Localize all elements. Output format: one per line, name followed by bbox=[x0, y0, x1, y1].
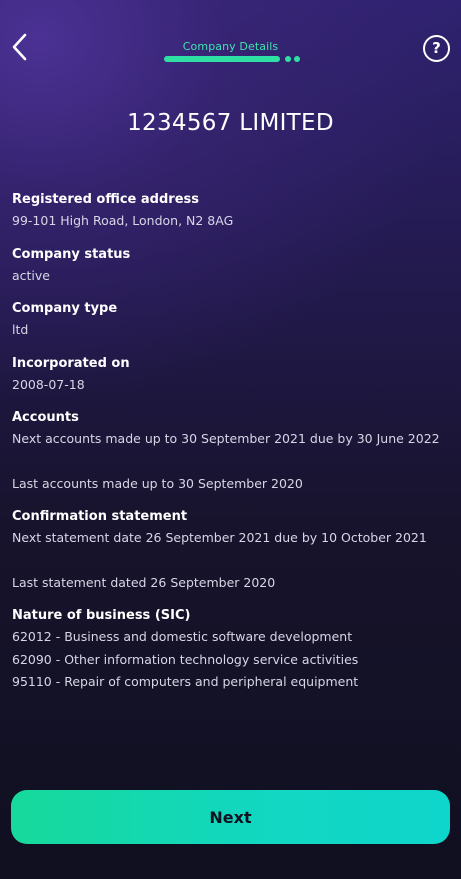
sic-item: 95110 - Repair of computers and peripher… bbox=[12, 674, 359, 689]
step-title: Company Details bbox=[182, 40, 279, 53]
progress-bar-filled bbox=[164, 56, 280, 62]
field-label: Company status bbox=[12, 246, 131, 262]
field-nature-of-business: Nature of business (SIC) 62012 - Busines… bbox=[12, 606, 449, 694]
confirmation-next: Next statement date 26 September 2021 du… bbox=[12, 530, 427, 545]
field-registered-office: Registered office address 99-101 High Ro… bbox=[12, 190, 449, 233]
accounts-next: Next accounts made up to 30 September 20… bbox=[12, 431, 440, 446]
sic-item: 62012 - Business and domestic software d… bbox=[12, 629, 353, 644]
field-value: 2008-07-18 bbox=[12, 376, 85, 392]
field-label: Company type bbox=[12, 301, 118, 316]
field-company-type: Company type ltd bbox=[12, 299, 449, 342]
help-button[interactable]: ? bbox=[423, 35, 450, 62]
field-value: 99-101 High Road, London, N2 8AG bbox=[12, 213, 234, 228]
field-value: ltd bbox=[12, 322, 29, 337]
company-name: 1234567 LIMITED bbox=[127, 110, 334, 136]
field-accounts: Accounts Next accounts made up to 30 Sep… bbox=[12, 408, 449, 495]
field-label: Incorporated on bbox=[12, 355, 130, 371]
company-details: Registered office address 99-101 High Ro… bbox=[12, 190, 449, 694]
progress-dot bbox=[294, 56, 300, 62]
confirmation-last: Last statement dated 26 September 2020 bbox=[12, 574, 276, 590]
progress-track bbox=[164, 56, 304, 62]
question-circle-icon: ? bbox=[432, 39, 441, 57]
accounts-last: Last accounts made up to 30 September 20… bbox=[12, 475, 303, 491]
field-confirmation-statement: Confirmation statement Next statement da… bbox=[12, 507, 449, 594]
sic-item: 62090 - Other information technology ser… bbox=[12, 651, 359, 667]
field-company-status: Company status active bbox=[12, 245, 449, 288]
step-progress: Company Details bbox=[0, 40, 461, 62]
field-label: Confirmation statement bbox=[12, 509, 188, 524]
field-incorporated-on: Incorporated on 2008-07-18 bbox=[12, 354, 449, 397]
field-value: active bbox=[12, 267, 50, 283]
field-label: Nature of business (SIC) bbox=[12, 608, 191, 623]
next-button[interactable]: Next bbox=[11, 790, 450, 844]
progress-dot bbox=[285, 56, 291, 62]
field-label: Registered office address bbox=[12, 192, 199, 207]
field-label: Accounts bbox=[12, 410, 79, 425]
